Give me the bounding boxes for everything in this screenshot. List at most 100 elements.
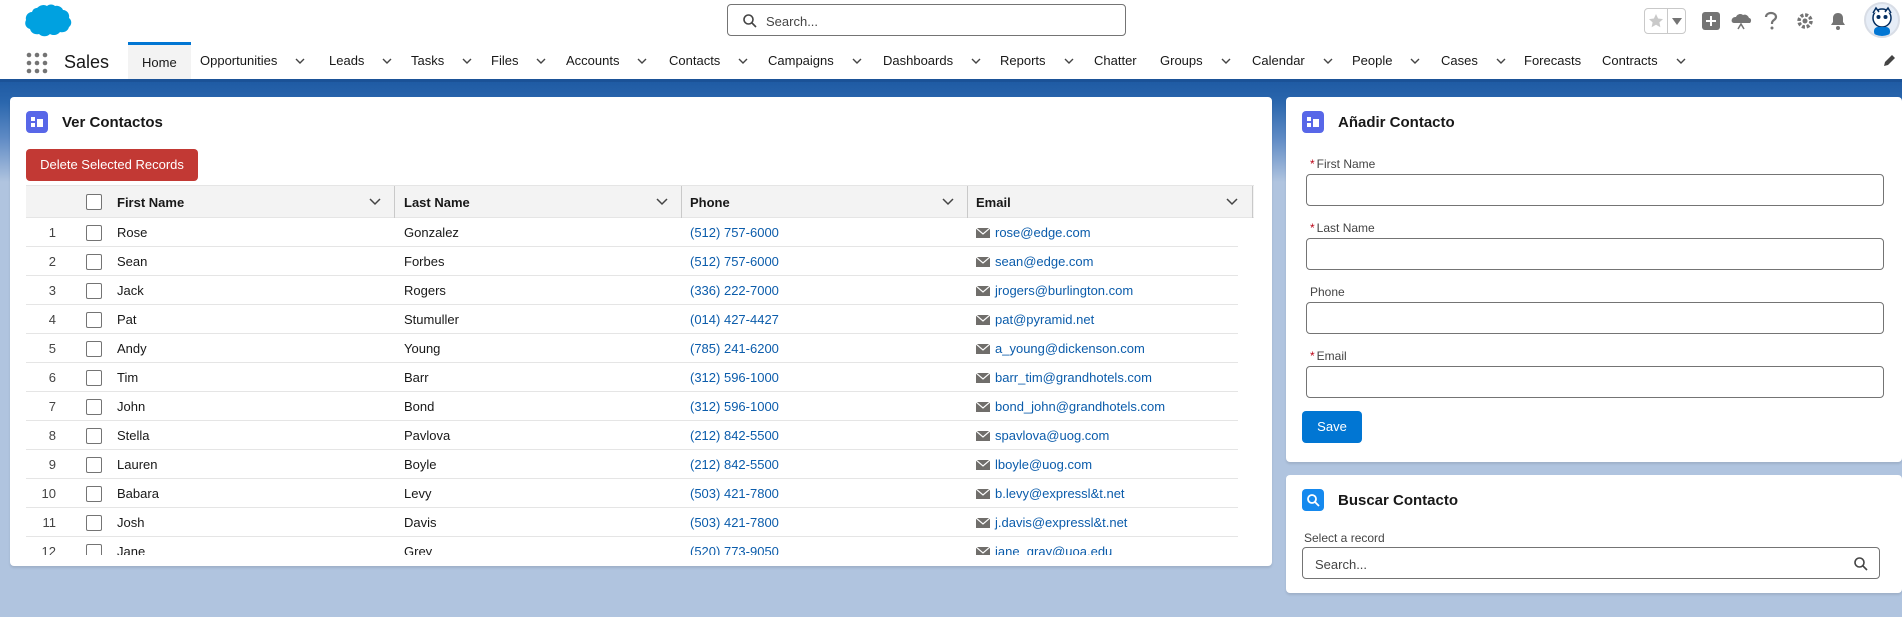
- chevron-down-icon[interactable]: [971, 58, 981, 64]
- cell-phone-link[interactable]: (785) 241-6200: [690, 334, 779, 363]
- last-name-field[interactable]: [1306, 238, 1884, 270]
- nav-tab-contacts[interactable]: Contacts: [669, 42, 748, 79]
- nav-tab-opportunities[interactable]: Opportunities: [200, 42, 305, 79]
- salesforce-logo[interactable]: [12, 2, 72, 42]
- cell-email-link[interactable]: sean@edge.com: [976, 247, 1093, 276]
- column-header-last-name[interactable]: Last Name: [404, 186, 470, 218]
- nav-tab-campaigns[interactable]: Campaigns: [768, 42, 862, 79]
- column-divider[interactable]: [967, 186, 968, 218]
- row-checkbox[interactable]: [86, 486, 102, 502]
- cell-phone-link[interactable]: (212) 842-5500: [690, 450, 779, 479]
- trailhead-icon[interactable]: [1729, 9, 1753, 33]
- nav-tab-cases[interactable]: Cases: [1441, 42, 1506, 79]
- row-checkbox[interactable]: [86, 283, 102, 299]
- chevron-down-icon[interactable]: [295, 58, 305, 64]
- chevron-down-icon[interactable]: [942, 198, 954, 206]
- first-name-field[interactable]: [1306, 174, 1884, 206]
- notifications-bell-icon[interactable]: [1826, 9, 1850, 33]
- chevron-down-icon[interactable]: [1221, 58, 1231, 64]
- cell-email-link[interactable]: barr_tim@grandhotels.com: [976, 363, 1152, 392]
- edit-nav-pencil-icon[interactable]: [1882, 54, 1896, 68]
- row-checkbox[interactable]: [86, 341, 102, 357]
- chevron-down-icon[interactable]: [462, 58, 472, 64]
- delete-selected-button[interactable]: Delete Selected Records: [26, 149, 198, 181]
- chevron-down-icon[interactable]: [1323, 58, 1333, 64]
- cell-phone-link[interactable]: (312) 596-1000: [690, 363, 779, 392]
- row-checkbox[interactable]: [86, 457, 102, 473]
- save-button[interactable]: Save: [1302, 411, 1362, 443]
- nav-tab-tasks[interactable]: Tasks: [411, 42, 472, 79]
- cell-phone-link[interactable]: (512) 757-6000: [690, 247, 779, 276]
- cell-phone-link[interactable]: (503) 421-7800: [690, 508, 779, 537]
- cell-email-link[interactable]: jane_gray@uoa.edu: [976, 537, 1112, 555]
- row-checkbox[interactable]: [86, 544, 102, 555]
- select-all-checkbox[interactable]: [86, 194, 102, 210]
- cell-email-link[interactable]: b.levy@expressl&t.net: [976, 479, 1125, 508]
- cell-email-link[interactable]: a_young@dickenson.com: [976, 334, 1145, 363]
- column-divider[interactable]: [394, 186, 395, 218]
- nav-tab-reports[interactable]: Reports: [1000, 42, 1074, 79]
- app-launcher-icon[interactable]: [26, 52, 48, 74]
- nav-tab-leads[interactable]: Leads: [329, 42, 392, 79]
- chevron-down-icon[interactable]: [369, 198, 381, 206]
- chevron-down-icon[interactable]: [536, 58, 546, 64]
- phone-field[interactable]: [1306, 302, 1884, 334]
- row-checkbox[interactable]: [86, 312, 102, 328]
- setup-gear-icon[interactable]: [1793, 9, 1817, 33]
- row-checkbox[interactable]: [86, 254, 102, 270]
- nav-tab-contracts[interactable]: Contracts: [1602, 42, 1686, 79]
- chevron-down-icon[interactable]: [738, 58, 748, 64]
- chevron-down-icon[interactable]: [382, 58, 392, 64]
- nav-tab-groups[interactable]: Groups: [1160, 42, 1231, 79]
- cell-email-link[interactable]: jrogers@burlington.com: [976, 276, 1133, 305]
- favorites-button[interactable]: [1644, 8, 1686, 34]
- column-header-first-name[interactable]: First Name: [117, 186, 184, 218]
- chevron-down-icon[interactable]: [656, 198, 668, 206]
- help-icon[interactable]: [1759, 9, 1783, 33]
- cell-email-link[interactable]: spavlova@uog.com: [976, 421, 1109, 450]
- chevron-down-icon[interactable]: [1676, 58, 1686, 64]
- cell-phone-link[interactable]: (014) 427-4427: [690, 305, 779, 334]
- user-avatar[interactable]: [1864, 2, 1900, 38]
- nav-tab-accounts[interactable]: Accounts: [566, 42, 647, 79]
- chevron-down-icon[interactable]: [637, 58, 647, 64]
- column-header-phone[interactable]: Phone: [690, 186, 730, 218]
- row-checkbox[interactable]: [86, 370, 102, 386]
- nav-tab-home[interactable]: Home: [128, 42, 191, 79]
- nav-tab-people[interactable]: People: [1352, 42, 1420, 79]
- row-checkbox[interactable]: [86, 225, 102, 241]
- cell-email-link[interactable]: bond_john@grandhotels.com: [976, 392, 1165, 421]
- cell-phone-link[interactable]: (512) 757-6000: [690, 218, 779, 247]
- cell-phone-link[interactable]: (212) 842-5500: [690, 421, 779, 450]
- chevron-down-icon[interactable]: [852, 58, 862, 64]
- cell-phone-link[interactable]: (312) 596-1000: [690, 392, 779, 421]
- record-lookup[interactable]: [1302, 547, 1880, 579]
- chevron-down-icon[interactable]: [1410, 58, 1420, 64]
- email-field[interactable]: [1306, 366, 1884, 398]
- cell-email-link[interactable]: lboyle@uog.com: [976, 450, 1092, 479]
- cell-email-link[interactable]: pat@pyramid.net: [976, 305, 1094, 334]
- global-search-box[interactable]: [727, 4, 1126, 36]
- row-checkbox[interactable]: [86, 399, 102, 415]
- cell-phone-link[interactable]: (503) 421-7800: [690, 479, 779, 508]
- nav-tab-dashboards[interactable]: Dashboards: [883, 42, 981, 79]
- nav-tab-forecasts[interactable]: Forecasts: [1524, 42, 1581, 79]
- nav-tab-files[interactable]: Files: [491, 42, 546, 79]
- cell-phone-link[interactable]: (336) 222-7000: [690, 276, 779, 305]
- chevron-down-icon[interactable]: [1064, 58, 1074, 64]
- row-checkbox[interactable]: [86, 515, 102, 531]
- cell-email-link[interactable]: j.davis@expressl&t.net: [976, 508, 1127, 537]
- column-divider[interactable]: [681, 186, 682, 218]
- global-add-icon[interactable]: [1699, 9, 1723, 33]
- chevron-down-icon[interactable]: [1672, 18, 1682, 25]
- nav-tab-calendar[interactable]: Calendar: [1252, 42, 1333, 79]
- column-header-email[interactable]: Email: [976, 186, 1011, 218]
- global-search-input[interactable]: [766, 11, 1106, 31]
- chevron-down-icon[interactable]: [1226, 198, 1238, 206]
- cell-phone-link[interactable]: (520) 773-9050: [690, 537, 779, 555]
- record-search-input[interactable]: [1315, 554, 1835, 574]
- chevron-down-icon[interactable]: [1496, 58, 1506, 64]
- cell-email-link[interactable]: rose@edge.com: [976, 218, 1091, 247]
- nav-tab-chatter[interactable]: Chatter: [1094, 42, 1137, 79]
- row-checkbox[interactable]: [86, 428, 102, 444]
